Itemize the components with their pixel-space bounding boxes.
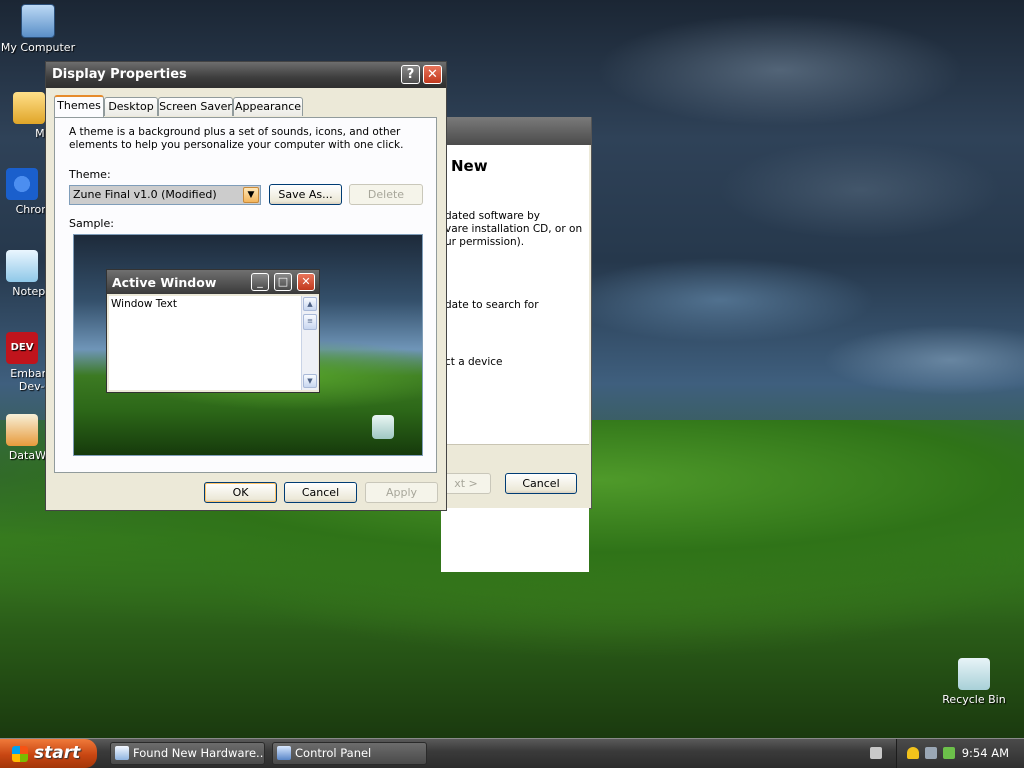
wizard-text: ur permission). bbox=[445, 236, 525, 248]
wizard-text: date to search for bbox=[445, 299, 539, 311]
windows-logo-icon bbox=[12, 746, 28, 762]
update-icon[interactable] bbox=[943, 747, 955, 759]
maximize-icon: □ bbox=[274, 273, 292, 291]
found-new-hardware-window[interactable]: New dated software by vare installation … bbox=[440, 117, 592, 572]
sample-window-text: Window Text bbox=[109, 296, 301, 390]
system-tray: 9:54 AM bbox=[896, 739, 1024, 768]
display-properties-window[interactable]: Display Properties ? ✕ Themes Desktop Sc… bbox=[45, 61, 447, 511]
chevron-down-icon[interactable]: ▼ bbox=[243, 187, 259, 203]
tab-appearance[interactable]: Appearance bbox=[233, 97, 303, 116]
taskbar-item-label: Found New Hardware... bbox=[133, 746, 265, 760]
start-label: start bbox=[34, 743, 81, 763]
window-title: Display Properties bbox=[52, 67, 187, 82]
wizard-text: dated software by bbox=[445, 210, 540, 222]
desktop-icon-recycle-bin[interactable]: Recycle Bin bbox=[934, 658, 1014, 706]
cancel-button[interactable]: Cancel bbox=[505, 473, 577, 494]
datawatch-icon bbox=[6, 414, 38, 446]
my-computer-icon bbox=[21, 4, 55, 38]
window-title-bar[interactable]: Display Properties ? ✕ bbox=[46, 62, 446, 88]
desktop-icon-label: Recycle Bin bbox=[942, 693, 1006, 706]
window-title-bar[interactable] bbox=[441, 117, 591, 145]
next-button[interactable]: xt > bbox=[441, 473, 491, 494]
cancel-button[interactable]: Cancel bbox=[284, 482, 357, 503]
security-shield-icon[interactable] bbox=[907, 747, 919, 759]
help-button[interactable]: ? bbox=[401, 65, 420, 84]
chrome-icon bbox=[6, 168, 38, 200]
network-icon[interactable] bbox=[925, 747, 937, 759]
desktop-icon-my-computer[interactable]: My Computer bbox=[0, 4, 78, 54]
notepad-icon bbox=[6, 250, 38, 282]
scroll-up-icon: ▲ bbox=[303, 297, 317, 311]
ok-button[interactable]: OK bbox=[204, 482, 277, 503]
tab-desktop[interactable]: Desktop bbox=[104, 97, 158, 116]
themes-panel: A theme is a background plus a set of so… bbox=[54, 117, 437, 473]
sample-active-window: Active Window _ □ ✕ Window Text ▲ ≡ ▼ bbox=[106, 269, 320, 393]
close-icon: ✕ bbox=[297, 273, 315, 291]
taskbar-item-control-panel[interactable]: Control Panel bbox=[272, 742, 427, 765]
close-button[interactable]: ✕ bbox=[423, 65, 442, 84]
sample-scrollbar: ▲ ≡ ▼ bbox=[301, 296, 318, 390]
sample-window-title: Active Window bbox=[112, 275, 217, 290]
scroll-thumb: ≡ bbox=[303, 314, 317, 330]
clock[interactable]: 9:54 AM bbox=[962, 739, 1009, 768]
theme-description: A theme is a background plus a set of so… bbox=[69, 126, 404, 151]
dev-cpp-icon: DEV bbox=[6, 332, 38, 364]
folder-shortcut-icon bbox=[13, 92, 45, 124]
taskbar-item-found-new-hardware[interactable]: Found New Hardware... bbox=[110, 742, 265, 765]
desktop-icon-label: My Computer bbox=[0, 41, 76, 54]
sample-title-bar: Active Window _ □ ✕ bbox=[107, 270, 319, 294]
theme-dropdown-value: Zune Final v1.0 (Modified) bbox=[73, 188, 217, 201]
control-panel-icon bbox=[277, 746, 291, 760]
sample-label: Sample: bbox=[69, 217, 114, 230]
recycle-bin-icon bbox=[372, 415, 394, 439]
theme-dropdown[interactable]: Zune Final v1.0 (Modified) ▼ bbox=[69, 185, 261, 205]
minimize-icon: _ bbox=[251, 273, 269, 291]
apply-button[interactable]: Apply bbox=[365, 482, 438, 503]
wizard-text: vare installation CD, or on bbox=[445, 223, 583, 235]
start-button[interactable]: start bbox=[0, 739, 97, 768]
tab-themes[interactable]: Themes bbox=[54, 95, 104, 117]
tab-screen-saver[interactable]: Screen Saver bbox=[158, 97, 233, 116]
wizard-heading: New bbox=[451, 157, 488, 175]
theme-sample-preview: Active Window _ □ ✕ Window Text ▲ ≡ ▼ bbox=[73, 234, 423, 456]
scroll-down-icon: ▼ bbox=[303, 374, 317, 388]
recycle-bin-icon bbox=[958, 658, 990, 690]
hardware-wizard-icon bbox=[115, 746, 129, 760]
delete-button[interactable]: Delete bbox=[349, 184, 423, 205]
taskbar: start Found New Hardware... Control Pane… bbox=[0, 738, 1024, 768]
wizard-text: ct a device bbox=[445, 356, 503, 368]
taskbar-item-label: Control Panel bbox=[295, 746, 372, 760]
save-as-button[interactable]: Save As... bbox=[269, 184, 342, 205]
theme-label: Theme: bbox=[69, 168, 111, 181]
keyboard-icon[interactable] bbox=[870, 747, 882, 759]
